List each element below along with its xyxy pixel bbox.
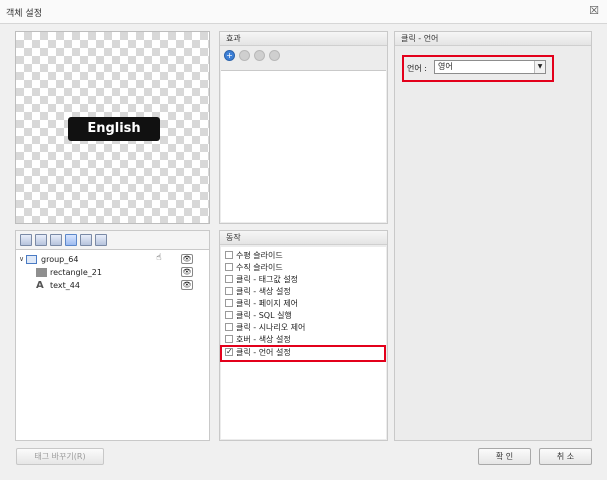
action-label: 호버 - 색상 설정	[236, 335, 291, 344]
language-value: 영어	[438, 62, 453, 71]
layer-toolbar	[15, 230, 210, 250]
tree-row-label: group_64	[41, 255, 79, 264]
effects-title: 효과	[220, 32, 387, 46]
click-language-panel: 클릭 - 언어	[394, 31, 592, 441]
action-label: 클릭 - 페이지 제어	[236, 299, 299, 308]
up-effect-icon[interactable]	[254, 49, 265, 61]
language-label: 언어 :	[407, 64, 427, 73]
tree-row-group[interactable]: ∨ group_64 ☝ 👁	[16, 253, 209, 266]
checkbox[interactable]	[225, 310, 233, 319]
action-item[interactable]: 수평 슬라이드	[225, 250, 283, 262]
tag-change-button[interactable]: 태그 바꾸기(R)	[16, 448, 104, 465]
add-effect-icon[interactable]: +	[224, 49, 235, 61]
action-item[interactable]: 클릭 - 태그값 설정	[225, 274, 298, 286]
preview-english-button: English	[68, 117, 160, 141]
action-label: 클릭 - 태그값 설정	[236, 275, 299, 284]
ok-button[interactable]: 확 인	[478, 448, 531, 465]
checkbox[interactable]	[225, 334, 233, 343]
tree-row-label: text_44	[50, 281, 80, 290]
copy-icon[interactable]	[80, 234, 92, 246]
effects-list[interactable]	[221, 70, 386, 222]
text-icon: A	[36, 280, 44, 291]
close-icon[interactable]: ☒	[589, 4, 599, 17]
action-item[interactable]: 클릭 - 시나리오 제어	[225, 322, 305, 334]
hand-icon[interactable]: ☝	[153, 253, 165, 265]
action-item[interactable]: 수직 슬라이드	[225, 262, 283, 274]
rectangle-icon	[36, 268, 47, 277]
move-up-icon[interactable]	[20, 234, 32, 246]
actions-list: 수평 슬라이드 수직 슬라이드 클릭 - 태그값 설정 클릭 - 색상 설정 클…	[221, 247, 386, 439]
action-label: 클릭 - SQL 실행	[236, 311, 292, 320]
eye-icon[interactable]: 👁	[181, 267, 193, 277]
group-icon	[26, 255, 37, 264]
click-language-title: 클릭 - 언어	[395, 32, 591, 46]
action-label: 클릭 - 시나리오 제어	[236, 323, 306, 332]
checkbox[interactable]	[225, 250, 233, 259]
expand-icon[interactable]: ∨	[19, 253, 24, 266]
preview-canvas: English	[15, 31, 210, 224]
action-label: 수직 슬라이드	[236, 263, 283, 272]
checkbox[interactable]	[225, 298, 233, 307]
edit-icon[interactable]	[65, 234, 77, 246]
down-effect-icon[interactable]	[269, 49, 280, 61]
checkbox[interactable]	[225, 286, 233, 295]
checkbox[interactable]	[225, 262, 233, 271]
tree-row-label: rectangle_21	[50, 268, 102, 277]
eye-icon[interactable]: 👁	[181, 280, 193, 290]
move-down-icon[interactable]	[35, 234, 47, 246]
cancel-button[interactable]: 취 소	[539, 448, 592, 465]
action-label: 수평 슬라이드	[236, 251, 283, 260]
language-select[interactable]: 영어 ▼	[434, 60, 546, 74]
layer-tree: ∨ group_64 ☝ 👁 rectangle_21 👁 A text_44 …	[15, 250, 210, 441]
checkbox[interactable]	[225, 322, 233, 331]
action-label: 클릭 - 색상 설정	[236, 287, 291, 296]
group-icon[interactable]	[50, 234, 62, 246]
action-item[interactable]: 클릭 - 색상 설정	[225, 286, 291, 298]
action-item[interactable]: 클릭 - SQL 실행	[225, 310, 292, 322]
actions-title: 동작	[220, 231, 387, 245]
action-item[interactable]: 클릭 - 페이지 제어	[225, 298, 298, 310]
chevron-down-icon[interactable]: ▼	[534, 61, 545, 73]
paste-icon[interactable]	[95, 234, 107, 246]
title-bar: 객체 설정 ☒	[0, 0, 607, 24]
remove-effect-icon[interactable]	[239, 49, 250, 61]
actions-panel: 동작 수평 슬라이드 수직 슬라이드 클릭 - 태그값 설정 클릭 - 색상 설…	[219, 230, 388, 441]
effects-panel: 효과 +	[219, 31, 388, 224]
tree-row-text[interactable]: A text_44 👁	[16, 279, 209, 292]
selected-action-highlight	[220, 345, 386, 362]
eye-icon[interactable]: 👁	[181, 254, 193, 264]
effects-toolbar: +	[220, 46, 387, 64]
tree-row-rectangle[interactable]: rectangle_21 👁	[16, 266, 209, 279]
checkbox[interactable]	[225, 274, 233, 283]
window-title: 객체 설정	[6, 9, 42, 19]
